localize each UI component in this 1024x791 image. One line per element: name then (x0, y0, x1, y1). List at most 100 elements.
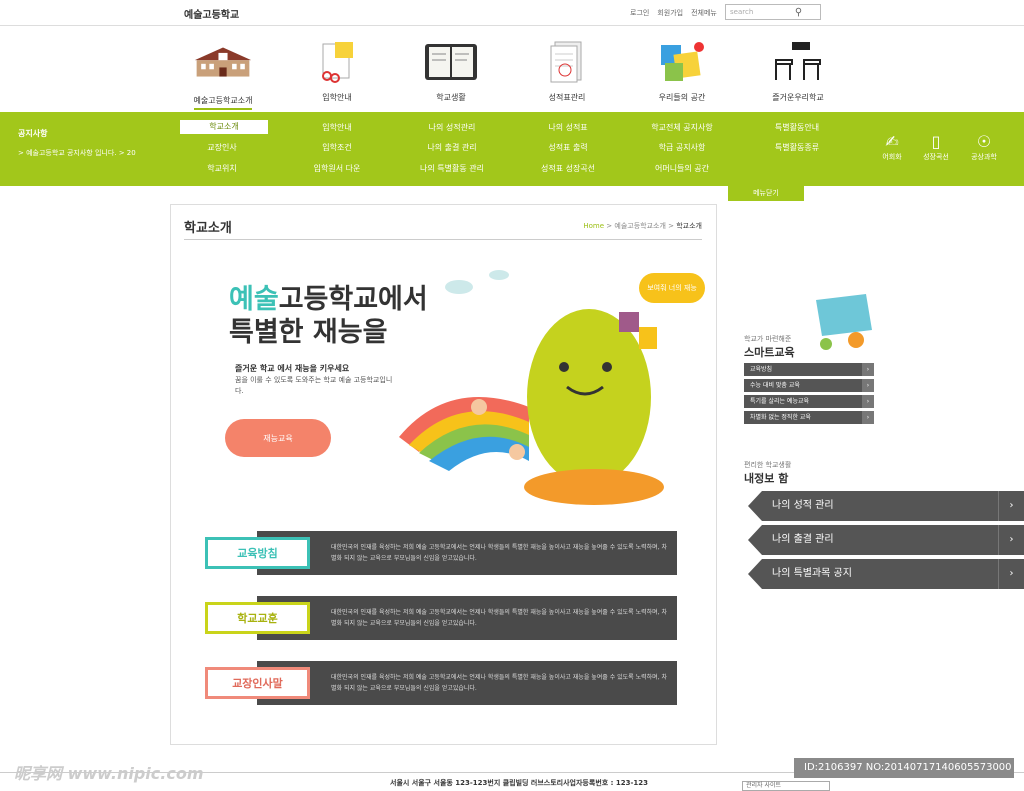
submenu-class-notice[interactable]: 학급 공지사항 (632, 142, 732, 153)
policy-text: 대한민국의 인재를 육성하는 저희 예술 고등학교에서는 언제나 학생들의 특별… (331, 544, 668, 562)
chevron-right-icon: › (862, 411, 874, 424)
menu-close-button[interactable]: 메뉴닫기 (728, 186, 804, 201)
chevron-right-icon: › (862, 379, 874, 392)
greeting-tag: 교장인사말 (205, 667, 310, 699)
submenu-admission-terms[interactable]: 입학조건 (287, 142, 387, 153)
breadcrumb-mid[interactable]: > 예술고등학교소개 > (606, 222, 674, 230)
main-nav: 예술고등학교소개 입학안내 학교생활 성적표관리 우리들의 공간 즐거운우리학교 (0, 26, 1024, 112)
submenu-my-attendance[interactable]: 나의 출결 관리 (402, 142, 502, 153)
chevron-right-icon: › (998, 491, 1024, 521)
submenu-activity-types[interactable]: 특별활동종류 (747, 142, 847, 153)
hero-line2: 특별한 재능을 (229, 317, 388, 348)
submenu-mothers-space[interactable]: 어머니들의 공간 (632, 163, 732, 174)
search-box[interactable]: search ⚲ (725, 4, 821, 20)
nav-grades[interactable]: 성적표관리 (527, 36, 607, 103)
brand-name[interactable]: 예술고등학교 (184, 6, 239, 21)
submenu-growth-curve[interactable]: 성적표 성장곡선 (518, 163, 618, 174)
watermark-left: 昵享网 www.nipic.com (14, 764, 204, 783)
info-subtitle: 편리한 학교생활 (744, 461, 792, 469)
info-title: 내정보 함 (744, 472, 789, 485)
submenu-report-card[interactable]: 나의 성적표 (518, 122, 618, 133)
smart-education-illustration (806, 290, 882, 354)
quick-growth[interactable]: ▯ 성장곡선 (916, 132, 956, 162)
info-row-policy: 교육방침 대한민국의 인재를 육성하는 저희 예술 고등학교에서는 언제나 학생… (205, 531, 677, 579)
hero-description: 꿈을 이룰 수 있도록 도와주는 학교 예술 고등학교입니다. (235, 376, 393, 395)
watermark-right: ID:2106397 NO:20140717140605573000 (794, 758, 1014, 778)
greeting-text: 대한민국의 인재를 육성하는 저희 예술 고등학교에서는 언제나 학생들의 특별… (331, 674, 668, 692)
smart-subtitle: 학교가 마련해준 (744, 335, 792, 343)
info-row-greeting: 교장인사말 대한민국의 인재를 육성하는 저희 예술 고등학교에서는 언제나 학… (205, 661, 677, 709)
my-grades-link[interactable]: 나의 성적 관리 › (748, 491, 1024, 521)
chevron-right-icon: › (862, 395, 874, 408)
nav-label: 예술고등학교소개 (193, 95, 253, 110)
my-attendance-link[interactable]: 나의 출결 관리 › (748, 525, 1024, 555)
quick-label: 성장곡선 (923, 153, 949, 161)
nav-our-space[interactable]: 우리들의 공간 (642, 36, 722, 103)
smart-link-label: 특기를 살리는 예능교육 (750, 398, 810, 405)
chevron-right-icon: › (862, 363, 874, 376)
submenu-admission-info[interactable]: 입학안내 (287, 122, 387, 133)
smart-link-label: 수능 대비 맞춤 교육 (750, 382, 800, 389)
arrow-label: 나의 출결 관리 (772, 534, 834, 545)
quick-label: 공상과학 (971, 153, 997, 161)
nav-label: 즐거운우리학교 (772, 93, 824, 102)
submenu-report-print[interactable]: 성적표 출력 (518, 142, 618, 153)
submenu-school-notice[interactable]: 학교전체 공지사항 (632, 122, 732, 133)
chevron-right-icon: › (998, 559, 1024, 589)
signup-link[interactable]: 회원가입 (657, 8, 683, 18)
talent-education-button[interactable]: 재능교육 (225, 419, 331, 457)
smart-link-label: 교육방침 (750, 366, 773, 373)
search-input[interactable]: search (726, 8, 773, 16)
login-link[interactable]: 로그인 (630, 8, 649, 18)
nav-label: 우리들의 공간 (658, 93, 706, 102)
submenu-my-grades[interactable]: 나의 성적관리 (402, 122, 502, 133)
quick-label: 어회화 (882, 153, 902, 161)
notebook-icon (421, 36, 481, 88)
nav-school-intro[interactable]: 예술고등학교소개 (183, 36, 263, 110)
submenu-location[interactable]: 학교위치 (172, 163, 272, 174)
smart-title: 스마트교육 (744, 346, 795, 359)
nav-label: 성적표관리 (548, 93, 586, 102)
smart-link[interactable]: 수능 대비 맞춤 교육 › (744, 379, 874, 392)
search-icon[interactable]: ⚲ (773, 5, 820, 19)
notice-title: 공지사항 (18, 129, 48, 138)
content-panel: 학교소개 Home > 예술고등학교소개 > 학교소개 예술고등학교에서 특별한… (170, 204, 717, 745)
motto-text: 대한민국의 인재를 육성하는 저희 예술 고등학교에서는 언제나 학생들의 특별… (331, 609, 668, 627)
smart-link[interactable]: 교육방침 › (744, 363, 874, 376)
policy-tag: 교육방침 (205, 537, 310, 569)
nav-admission[interactable]: 입학안내 (297, 36, 377, 103)
desk-chairs-icon (768, 36, 828, 88)
sitemap-link[interactable]: 전체메뉴 (691, 8, 717, 18)
info-row-motto: 학교교훈 대한민국의 인재를 육성하는 저희 예술 고등학교에서는 언제나 학생… (205, 596, 677, 644)
chart-icon: ▯ (931, 132, 941, 151)
quick-conversation[interactable]: ✍ 어회화 (872, 132, 912, 162)
nav-school-life[interactable]: 학교생활 (411, 36, 491, 103)
conversation-icon: ✍ (885, 132, 899, 151)
smart-link[interactable]: 차별화 없는 정직한 교육 › (744, 411, 874, 424)
talent-speech-bubble: 보여줘 너의 재능 (639, 273, 705, 303)
footer-address: 서울시 서울구 서울동 123-123번지 클립빌딩 러브스토리사업자등록번호 … (390, 779, 648, 787)
chevron-right-icon: › (998, 525, 1024, 555)
hero-subtitle: 즐거운 학교 에서 재능을 키우세요 (235, 364, 350, 373)
breadcrumb-current: 학교소개 (676, 222, 702, 230)
submenu-school-intro[interactable]: 학교소개 (180, 120, 268, 134)
util-links: 로그인 회원가입 전체메뉴 (630, 8, 717, 18)
smart-link-label: 차별화 없는 정직한 교육 (750, 414, 811, 421)
breadcrumb-home[interactable]: Home (583, 222, 604, 230)
papers-scissors-icon (307, 36, 367, 88)
admin-site-select[interactable]: 관리자 사이트 (742, 781, 830, 791)
submenu-activity-info[interactable]: 특별활동안내 (747, 122, 847, 133)
nav-label: 학교생활 (436, 93, 466, 102)
submenu-application-download[interactable]: 입학원서 다운 (287, 163, 387, 174)
submenu-principal[interactable]: 교장인사 (172, 142, 272, 153)
hero-accent: 예술 (229, 284, 279, 315)
smart-link[interactable]: 특기를 살리는 예능교육 › (744, 395, 874, 408)
breadcrumb: Home > 예술고등학교소개 > 학교소개 (583, 221, 702, 231)
sticky-notes-icon (652, 36, 712, 88)
arrow-label: 나의 성적 관리 (772, 500, 834, 511)
notice-ticker[interactable]: > 예술고등학교 공지사항 입니다. > 20 (18, 148, 150, 158)
quick-science[interactable]: ☉ 공상과학 (964, 132, 1004, 162)
submenu-my-activities[interactable]: 나의 특별활동 관리 (402, 163, 502, 174)
nav-fun-school[interactable]: 즐거운우리학교 (758, 36, 838, 103)
my-special-subject-link[interactable]: 나의 특별과목 공지 › (748, 559, 1024, 589)
